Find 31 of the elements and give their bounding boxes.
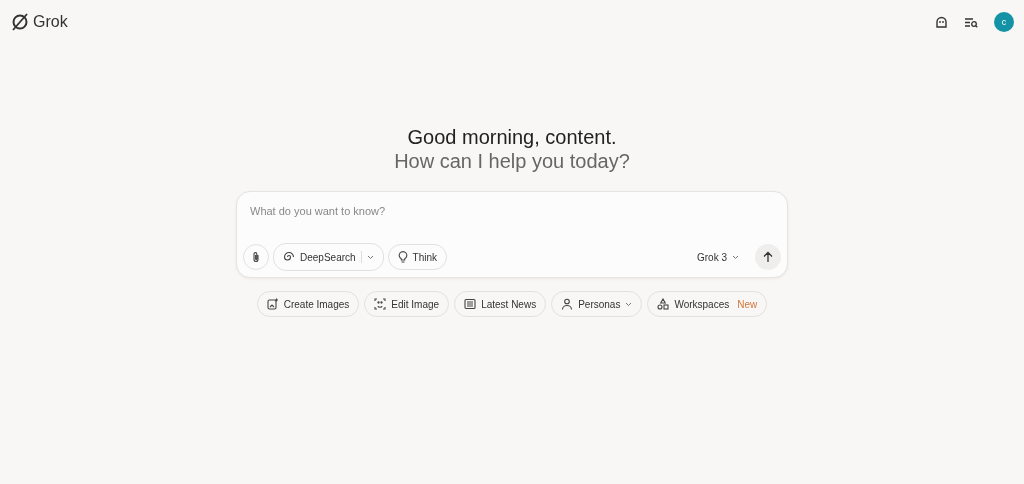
person-icon [561,298,574,310]
caret-icon [732,254,739,260]
think-button[interactable]: Think [387,244,448,270]
deepsearch-button[interactable]: DeepSearch [273,243,384,271]
user-avatar[interactable]: c [994,12,1014,32]
action-chip[interactable]: Edit Image [364,291,450,317]
action-chip[interactable]: Workspaces New [647,291,768,317]
greeting-title: Good morning, content. [407,125,617,149]
prompt-field[interactable]: What do you want to know? DeepSearch Think Grok 3 [236,191,788,278]
deepsearch-label: DeepSearch [300,251,356,263]
action-chip[interactable]: Create Images [256,291,360,317]
history-search-icon[interactable] [964,16,978,28]
logo-icon [10,12,30,32]
caret-icon[interactable] [366,254,374,260]
face-frame-icon [374,298,387,310]
ghost-icon[interactable] [935,16,948,28]
paperclip-icon [251,251,261,263]
swirl-icon [283,251,295,263]
model-selector[interactable]: Grok 3 [691,250,745,264]
lightbulb-icon [397,251,408,263]
image-sparkle-icon [266,298,279,310]
arrow-up-icon [763,251,773,263]
send-button[interactable] [755,244,781,270]
prompt-input[interactable]: What do you want to know? [243,192,781,230]
newspaper-icon [464,298,477,310]
attach-button[interactable] [243,244,269,270]
shapes-icon [657,298,670,310]
action-chip[interactable]: Latest News [454,291,547,317]
brand-name[interactable]: Grok [33,13,68,31]
greeting-subtitle: How can I help you today? [394,149,630,173]
action-chip[interactable]: Personas [551,291,643,317]
